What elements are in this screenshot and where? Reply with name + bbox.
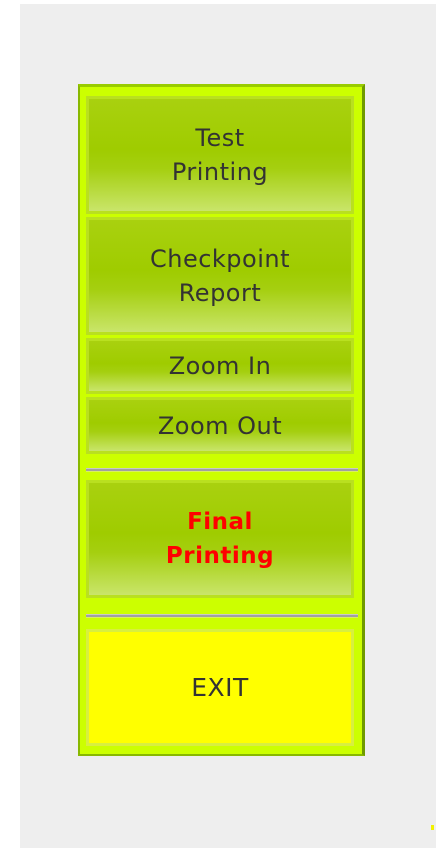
app-background: Test Printing Checkpoint Report Zoom In … bbox=[20, 4, 436, 848]
corner-mark bbox=[431, 825, 434, 830]
checkpoint-report-button[interactable]: Checkpoint Report bbox=[86, 217, 354, 335]
separator-line bbox=[86, 468, 358, 472]
print-control-panel: Test Printing Checkpoint Report Zoom In … bbox=[78, 84, 365, 756]
exit-button[interactable]: EXIT bbox=[86, 629, 354, 746]
separator-line bbox=[86, 614, 358, 618]
final-printing-button[interactable]: Final Printing bbox=[86, 480, 354, 598]
zoom-in-button[interactable]: Zoom In bbox=[86, 338, 354, 394]
test-printing-button[interactable]: Test Printing bbox=[86, 96, 354, 214]
zoom-out-button[interactable]: Zoom Out bbox=[86, 397, 354, 454]
